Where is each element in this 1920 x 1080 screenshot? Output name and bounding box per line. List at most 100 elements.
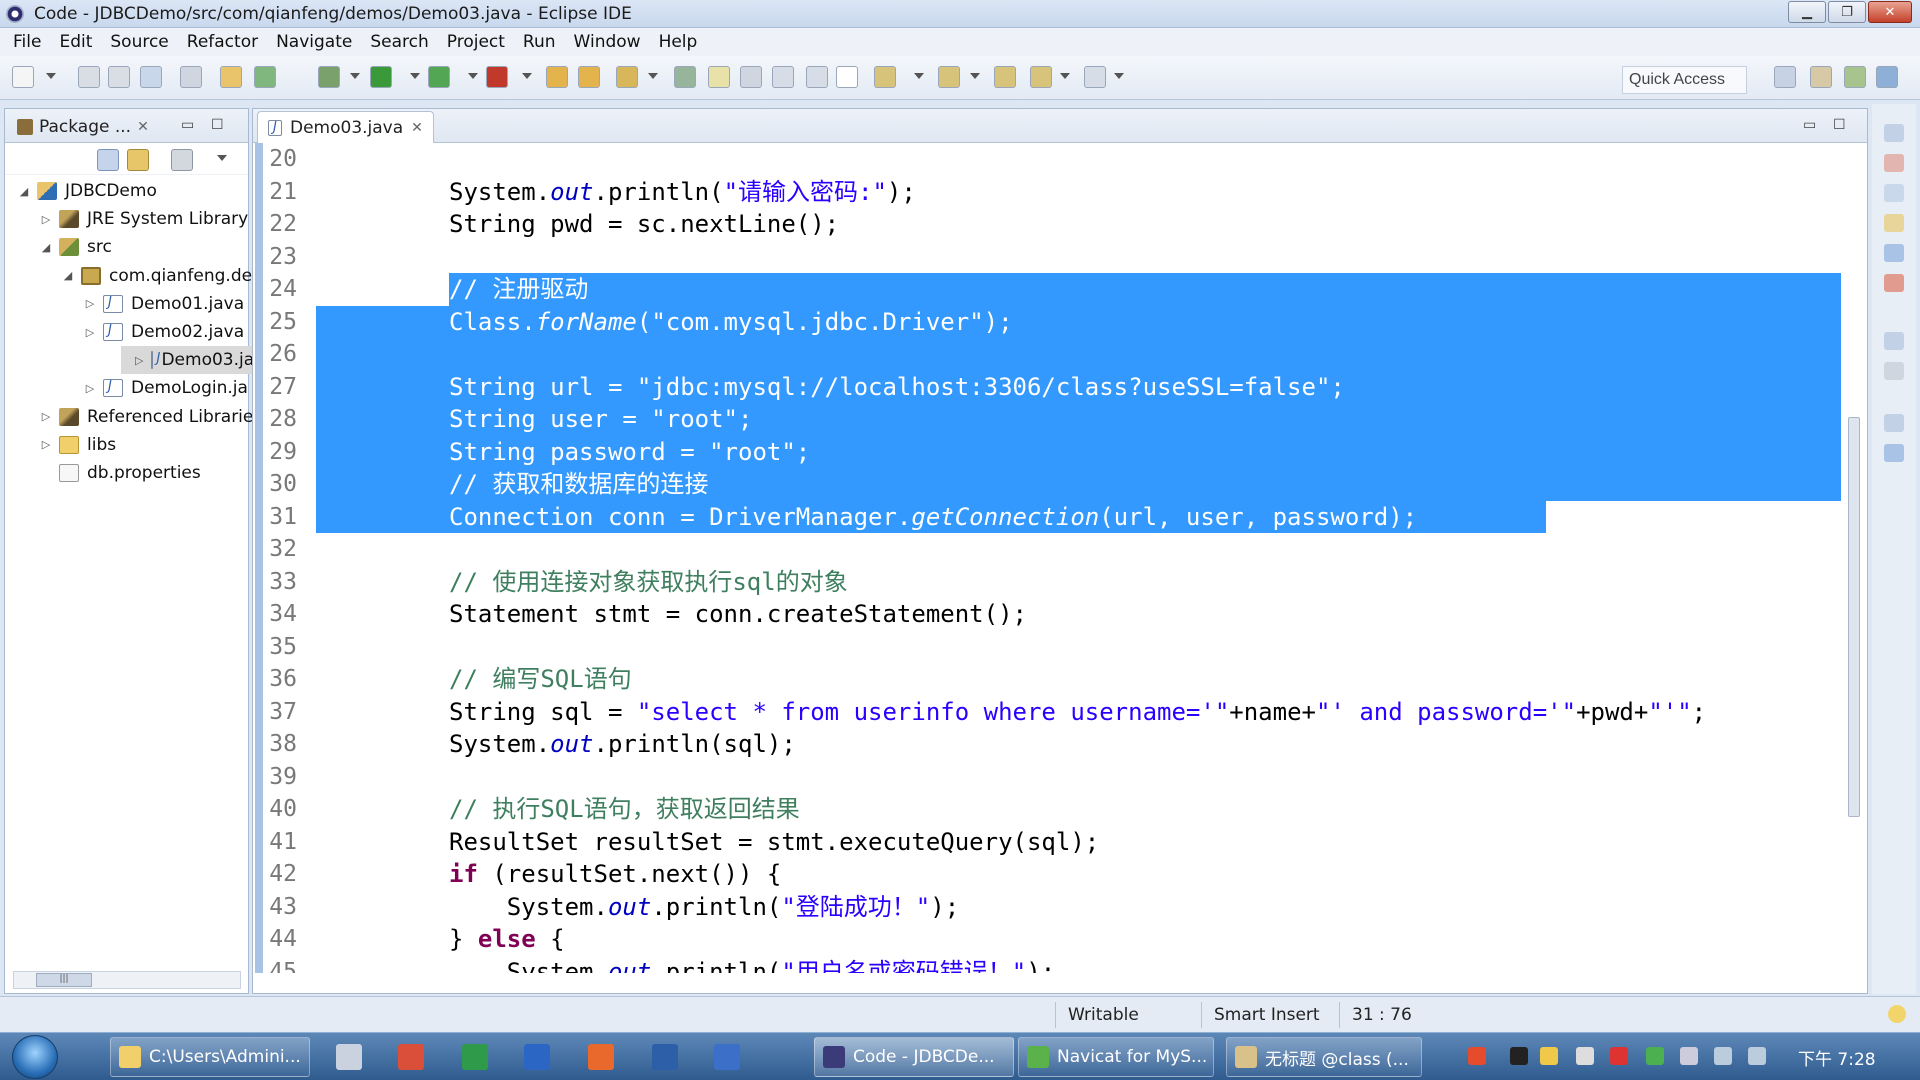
view-menu-icon[interactable] (217, 155, 227, 161)
code-line[interactable]: 33 // 使用连接对象获取执行sql的对象 (263, 566, 1841, 599)
code-line[interactable]: 43 System.out.println("登陆成功！"); (263, 891, 1841, 924)
refresh-icon[interactable] (254, 66, 276, 88)
pin-icon[interactable] (674, 66, 696, 88)
code-line[interactable]: 20 (263, 143, 1841, 176)
debug-perspective-icon[interactable] (1844, 66, 1866, 88)
code-editor[interactable]: 20 21 System.out.println("请输入密码:"); 22 Strin… (263, 143, 1841, 973)
pilcrow-icon[interactable] (836, 66, 858, 88)
menu-edit[interactable]: Edit (50, 32, 101, 52)
word-wrap-icon[interactable] (740, 66, 762, 88)
code-line[interactable]: 29 String password = "root"; (263, 435, 1841, 468)
restore-icon[interactable] (1884, 414, 1904, 432)
next-annotation-icon[interactable] (874, 66, 896, 88)
taskbar-button[interactable]: 无标题 @class (... (1226, 1037, 1422, 1077)
collapse-arrow-icon[interactable]: ▷ (41, 410, 51, 423)
code-line[interactable]: 40 // 执行SQL语句，获取返回结果 (263, 793, 1841, 826)
open-perspective-icon[interactable] (1774, 66, 1796, 88)
close-icon[interactable]: ✕ (137, 119, 149, 135)
code-line[interactable]: 36 // 编写SQL语句 (263, 663, 1841, 696)
menu-help[interactable]: Help (650, 32, 707, 52)
collapse-arrow-icon[interactable]: ▷ (85, 382, 95, 395)
tree-item[interactable]: ▷Demo03.java (121, 346, 275, 375)
code-line[interactable]: 23 (263, 241, 1841, 274)
restore-icon[interactable] (1884, 124, 1904, 142)
new-icon[interactable] (12, 66, 34, 88)
minimize-icon[interactable]: ▭ (1803, 117, 1816, 133)
tree-item[interactable]: ▷ libs (5, 431, 116, 459)
scrollbar-thumb[interactable] (1848, 417, 1860, 817)
pinned-app-icon[interactable] (652, 1044, 678, 1070)
expand-arrow-icon[interactable]: ◢ (19, 185, 29, 198)
code-line[interactable]: 24 // 注册驱动 (263, 273, 1841, 306)
lightbulb-icon[interactable] (1888, 1005, 1906, 1023)
dropdown-arrow-icon[interactable] (350, 73, 360, 79)
tree-item[interactable]: ▷ DemoLogin.ja (5, 374, 248, 402)
restore-icon[interactable] (1884, 332, 1904, 350)
menu-search[interactable]: Search (361, 32, 437, 52)
tree-item[interactable]: db.properties (5, 459, 201, 487)
collapse-all-icon[interactable] (97, 149, 119, 171)
toggle-highlight-icon[interactable] (708, 66, 730, 88)
code-line[interactable]: 39 (263, 761, 1841, 794)
taskbar-button[interactable]: C:\Users\Admini... (110, 1037, 310, 1077)
show-whitespace-icon[interactable] (806, 66, 828, 88)
input-method-icon[interactable] (1468, 1047, 1486, 1065)
menu-file[interactable]: File (4, 32, 50, 52)
taskbar-button[interactable]: Code - JDBCDe... (814, 1037, 1014, 1077)
code-line[interactable]: 22 String pwd = sc.nextLine(); (263, 208, 1841, 241)
coverage-icon[interactable] (428, 66, 450, 88)
java-ee-perspective-icon[interactable] (1810, 66, 1832, 88)
outline-icon[interactable] (1884, 154, 1904, 172)
pinned-firefox-icon[interactable] (588, 1044, 614, 1070)
collapse-arrow-icon[interactable]: ▷ (41, 438, 51, 451)
code-line[interactable]: 42 if (resultSet.next()) { (263, 858, 1841, 891)
terminal-icon[interactable] (140, 66, 162, 88)
pinned-browser-icon[interactable] (524, 1044, 550, 1070)
vertical-scrollbar[interactable] (1845, 149, 1863, 963)
code-line[interactable]: 35 (263, 631, 1841, 664)
minimize-icon[interactable]: ▭ (181, 117, 194, 133)
maximize-icon[interactable]: ☐ (211, 117, 224, 133)
expand-arrow-icon[interactable]: ◢ (41, 241, 51, 254)
dropdown-arrow-icon[interactable] (970, 73, 980, 79)
run-icon[interactable] (370, 66, 392, 88)
horizontal-scrollbar[interactable] (313, 973, 1833, 991)
code-line[interactable]: 26 (263, 338, 1841, 371)
menu-refactor[interactable]: Refactor (178, 32, 267, 52)
pinned-app-icon[interactable] (714, 1044, 740, 1070)
tree-item[interactable]: ▷ Referenced Librarie (5, 403, 254, 431)
code-line[interactable]: 45 System.out.println("用户名或密码错误！"); (263, 956, 1841, 974)
last-edit-icon[interactable] (994, 66, 1016, 88)
tray-app-icon[interactable] (1610, 1047, 1628, 1065)
code-line[interactable]: 41 ResultSet resultSet = stmt.executeQuer… (263, 826, 1841, 859)
code-line[interactable]: 25 Class.forName("com.mysql.jdbc.Driver")… (263, 305, 1841, 338)
code-line[interactable]: 27 String url = "jdbc:mysql://localhost:3… (263, 370, 1841, 403)
tray-app-icon[interactable] (1510, 1047, 1528, 1065)
restore-button[interactable]: ❐ (1828, 1, 1866, 23)
open-task-icon[interactable] (578, 66, 600, 88)
declaration-icon[interactable] (1884, 214, 1904, 232)
open-type-icon[interactable] (546, 66, 568, 88)
tree-item[interactable]: ▷ Demo02.java (5, 318, 244, 346)
java-perspective-icon[interactable] (1876, 66, 1898, 88)
dropdown-arrow-icon[interactable] (468, 73, 478, 79)
collapse-arrow-icon[interactable]: ▷ (85, 297, 95, 310)
toggle-mark-icon[interactable] (180, 66, 202, 88)
menu-navigate[interactable]: Navigate (267, 32, 361, 52)
collapse-arrow-icon[interactable]: ▷ (41, 213, 51, 226)
code-line[interactable]: 38 System.out.println(sql); (263, 728, 1841, 761)
build-icon[interactable] (220, 66, 242, 88)
menu-project[interactable]: Project (438, 32, 514, 52)
code-line[interactable]: 37 String sql = "select * from userinfo w… (263, 696, 1841, 729)
minimize-button[interactable]: ▁ (1788, 1, 1826, 23)
dropdown-arrow-icon[interactable] (522, 73, 532, 79)
start-button[interactable] (12, 1035, 58, 1079)
forward-icon[interactable] (1084, 66, 1106, 88)
task-list-icon[interactable] (1884, 362, 1904, 380)
dropdown-arrow-icon[interactable] (46, 73, 56, 79)
code-line[interactable]: 30 // 获取和数据库的连接 (263, 468, 1841, 501)
menu-window[interactable]: Window (565, 32, 650, 52)
tree-item[interactable]: ◢ JDBCDemo (5, 177, 157, 205)
horizontal-scrollbar[interactable]: ||| (13, 971, 241, 989)
focus-icon[interactable] (171, 149, 193, 171)
